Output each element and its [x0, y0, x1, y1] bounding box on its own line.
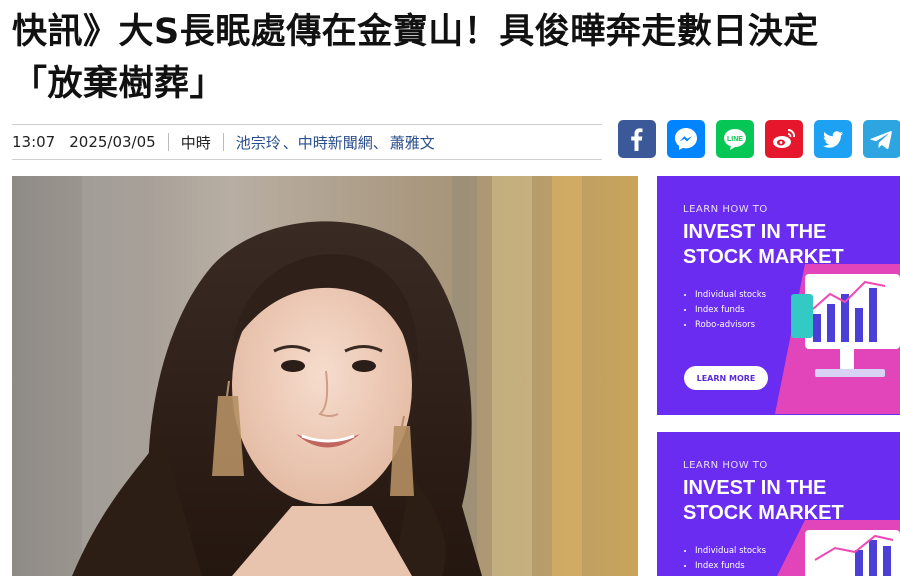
- advertisement-invest[interactable]: LEARN HOW TO INVEST IN THE STOCK MARKET …: [657, 176, 900, 415]
- stock-chart-illustration: [777, 520, 900, 576]
- telegram-icon: [870, 131, 892, 149]
- author-list: 池宗玲 、中時新聞網、 蕭雅文: [236, 132, 437, 153]
- ad-title-line-1: INVEST IN THE: [683, 221, 827, 243]
- ad-title-line-1: INVEST IN THE: [683, 477, 827, 499]
- share-weibo-button[interactable]: [765, 120, 803, 158]
- facebook-icon: [631, 128, 643, 151]
- headline-line-2: 「放棄樹葬」: [12, 64, 226, 104]
- source-label: 中時: [180, 133, 211, 152]
- author-link[interactable]: 、中時新聞網、: [283, 132, 388, 153]
- ad-bullet: Index funds: [695, 559, 766, 574]
- article-meta: 13:07 2025/03/05 中時 池宗玲 、中時新聞網、 蕭雅文: [12, 124, 602, 160]
- share-telegram-button[interactable]: [863, 120, 900, 158]
- publish-time: 13:07: [12, 133, 56, 151]
- messenger-icon: [675, 128, 697, 150]
- ad-bullet-list: Individual stocks Index funds: [683, 544, 766, 574]
- article-headline: 快訊》大S長眠處傳在金寶山！具俊曄奔走數日決定 「放棄樹葬」: [12, 6, 892, 110]
- ad-eyebrow: LEARN HOW TO: [683, 204, 768, 215]
- weibo-icon: [773, 128, 796, 148]
- share-twitter-button[interactable]: [814, 120, 852, 158]
- author-link[interactable]: 蕭雅文: [390, 132, 435, 153]
- twitter-icon: [823, 131, 843, 148]
- share-facebook-button[interactable]: [618, 120, 656, 158]
- ad-bullet: Robo-advisors: [695, 318, 766, 333]
- ad-bullet: Individual stocks: [695, 288, 766, 303]
- ad-eyebrow: LEARN HOW TO: [683, 460, 768, 471]
- headline-line-1: 快訊》大S長眠處傳在金寶山！具俊曄奔走數日決定: [12, 12, 819, 52]
- ad-learn-more-button[interactable]: LEARN MORE: [684, 366, 768, 390]
- ad-bullet: Individual stocks: [695, 544, 766, 559]
- line-icon: LINE: [724, 129, 746, 150]
- share-messenger-button[interactable]: [667, 120, 705, 158]
- hero-photo-illustration: [12, 176, 638, 576]
- advertisement-invest[interactable]: LEARN HOW TO INVEST IN THE STOCK MARKET …: [657, 432, 900, 576]
- publish-date: 2025/03/05: [69, 133, 156, 151]
- meta-divider: [222, 133, 224, 151]
- article-hero-photo: [12, 176, 638, 576]
- stock-chart-illustration: [775, 264, 900, 414]
- share-line-button[interactable]: LINE: [716, 120, 754, 158]
- ad-title: INVEST IN THE STOCK MARKET: [683, 476, 844, 526]
- svg-text:LINE: LINE: [727, 136, 743, 143]
- author-link[interactable]: 池宗玲: [236, 132, 281, 153]
- ad-bullet-list: Individual stocks Index funds Robo-advis…: [683, 288, 766, 333]
- ad-bullet: Index funds: [695, 303, 766, 318]
- ad-title: INVEST IN THE STOCK MARKET: [683, 220, 844, 270]
- share-bar: LINE: [618, 120, 900, 158]
- meta-divider: [167, 133, 169, 151]
